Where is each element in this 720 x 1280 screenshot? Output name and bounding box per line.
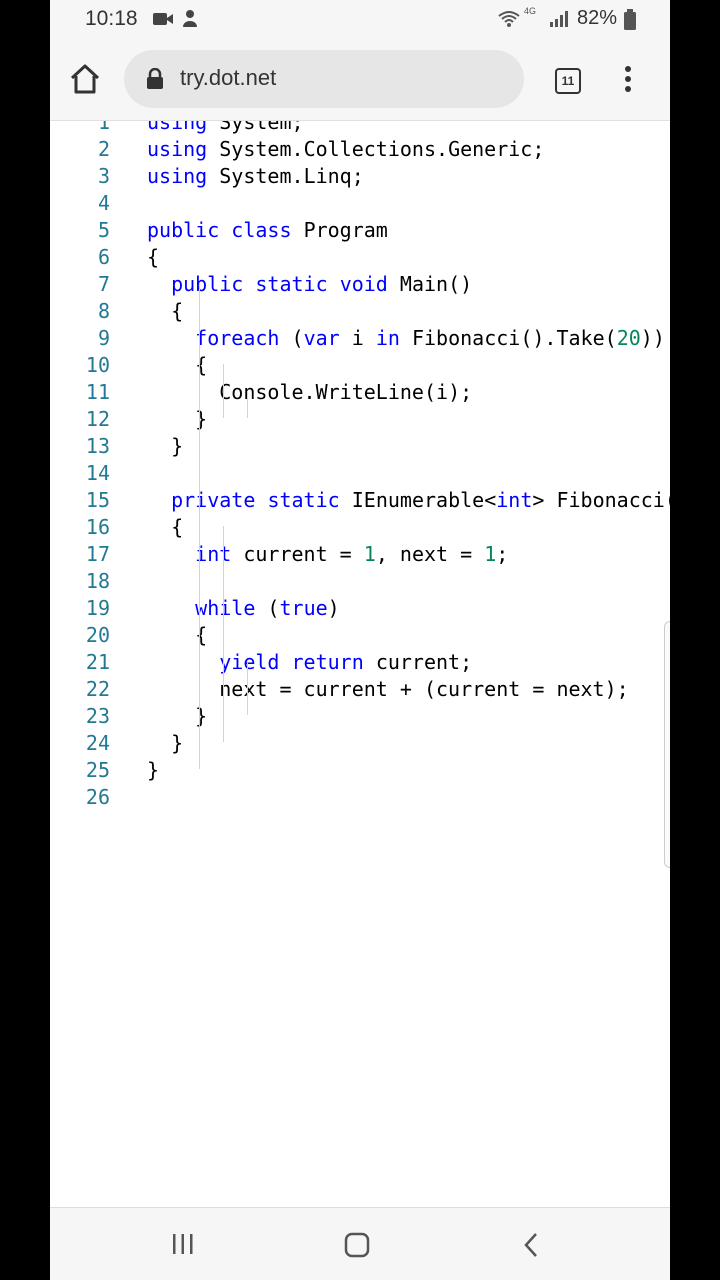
tab-switcher-button[interactable]: 11 <box>555 68 581 94</box>
line-number: 15 <box>85 488 110 512</box>
code-text[interactable]: public class Program <box>147 217 388 244</box>
indent-guide <box>247 391 248 418</box>
code-line[interactable]: 6{ <box>50 244 670 271</box>
address-bar[interactable]: try.dot.net <box>124 50 524 108</box>
code-text[interactable]: } <box>147 433 183 460</box>
code-line[interactable]: 4 <box>50 190 670 217</box>
line-number: 3 <box>97 164 110 188</box>
code-text[interactable]: { <box>147 514 183 541</box>
status-bar: 10:18 4G 82% <box>50 0 670 38</box>
home-nav-icon[interactable] <box>344 1232 370 1258</box>
code-line[interactable]: 14 <box>50 460 670 487</box>
indent-guide <box>199 526 200 769</box>
indent-guide <box>223 526 224 742</box>
browser-toolbar: try.dot.net 11 <box>50 38 670 120</box>
code-line[interactable]: 21 yield return current; <box>50 649 670 676</box>
code-text[interactable]: next = current + (current = next); <box>147 676 628 703</box>
line-number: 22 <box>85 677 110 701</box>
code-text[interactable]: private static IEnumerable<int> Fibonacc… <box>147 487 670 514</box>
indent-guide <box>247 661 248 715</box>
overflow-menu-icon[interactable] <box>622 66 634 94</box>
code-line[interactable]: 3 using System.Linq; <box>50 163 670 190</box>
signal-strength-icon <box>550 11 568 27</box>
wifi-icon <box>498 11 520 27</box>
code-line[interactable]: 24 } <box>50 730 670 757</box>
line-number: 26 <box>85 785 110 809</box>
code-line[interactable]: 17 int current = 1, next = 1; <box>50 541 670 568</box>
video-camera-icon <box>153 13 173 25</box>
line-number: 23 <box>85 704 110 728</box>
line-number: 4 <box>97 191 110 215</box>
line-number: 9 <box>97 326 110 350</box>
code-line[interactable]: 7 public static void Main() <box>50 271 670 298</box>
line-number: 17 <box>85 542 110 566</box>
code-text[interactable]: using System.Collections.Generic; <box>147 136 544 163</box>
code-line[interactable]: 26 <box>50 784 670 811</box>
code-text[interactable]: { <box>147 244 159 271</box>
code-text[interactable]: int current = 1, next = 1; <box>147 541 508 568</box>
line-number: 7 <box>97 272 110 296</box>
line-number: 20 <box>85 623 110 647</box>
code-line[interactable]: 19 while (true) <box>50 595 670 622</box>
code-line[interactable]: 13 } <box>50 433 670 460</box>
code-line[interactable]: 11 Console.WriteLine(i); <box>50 379 670 406</box>
indent-guide <box>223 364 224 418</box>
notification-figure-icon <box>183 10 197 27</box>
line-number: 18 <box>85 569 110 593</box>
recent-apps-icon[interactable] <box>170 1232 196 1256</box>
code-lines: 1 using System; 2 using System.Collections.… <box>50 120 670 811</box>
status-time: 10:18 <box>85 7 138 30</box>
phone-screen: 10:18 4G 82% try.dot.net 11 1 using Syst… <box>50 0 670 1280</box>
code-text[interactable]: public static void Main() <box>147 271 472 298</box>
line-number: 12 <box>85 407 110 431</box>
code-line[interactable]: 10 { <box>50 352 670 379</box>
line-number: 21 <box>85 650 110 674</box>
line-number: 8 <box>97 299 110 323</box>
code-text[interactable]: { <box>147 298 183 325</box>
code-line[interactable]: 20 { <box>50 622 670 649</box>
code-text[interactable]: foreach (var i in Fibonacci().Take(20)) <box>147 325 665 352</box>
code-line[interactable]: 16 { <box>50 514 670 541</box>
line-number: 24 <box>85 731 110 755</box>
code-line[interactable]: 9 foreach (var i in Fibonacci().Take(20)… <box>50 325 670 352</box>
line-number: 1 <box>97 120 110 134</box>
line-number: 25 <box>85 758 110 782</box>
code-line[interactable]: 5 public class Program <box>50 217 670 244</box>
editor-scrollbar[interactable] <box>664 621 670 868</box>
line-number: 10 <box>85 353 110 377</box>
code-text[interactable]: } <box>147 757 159 784</box>
code-text[interactable]: using System.Linq; <box>147 163 364 190</box>
code-line[interactable]: 22 next = current + (current = next); <box>50 676 670 703</box>
line-number: 2 <box>97 137 110 161</box>
code-text[interactable]: while (true) <box>147 595 340 622</box>
code-line[interactable]: 15 private static IEnumerable<int> Fibon… <box>50 487 670 514</box>
code-line[interactable]: 25} <box>50 757 670 784</box>
line-number: 11 <box>85 380 110 404</box>
line-number: 14 <box>85 461 110 485</box>
code-line[interactable]: 18 <box>50 568 670 595</box>
code-text[interactable]: } <box>147 730 183 757</box>
network-type-label: 4G <box>524 6 537 16</box>
home-icon[interactable] <box>68 62 102 96</box>
battery-percent: 82% <box>577 7 618 29</box>
code-line[interactable]: 23 } <box>50 703 670 730</box>
line-number: 16 <box>85 515 110 539</box>
code-line[interactable]: 12 } <box>50 406 670 433</box>
line-number: 13 <box>85 434 110 458</box>
back-icon[interactable] <box>522 1232 540 1258</box>
code-line[interactable]: 8 { <box>50 298 670 325</box>
code-editor[interactable]: 1 using System; 2 using System.Collections.… <box>50 120 670 1208</box>
code-text[interactable]: using System; <box>147 121 304 136</box>
line-number: 6 <box>97 245 110 269</box>
system-navigation-bar <box>50 1207 670 1280</box>
url-text[interactable]: try.dot.net <box>180 65 276 91</box>
code-text[interactable]: yield return current; <box>147 649 472 676</box>
code-text[interactable]: Console.WriteLine(i); <box>147 379 472 406</box>
battery-icon <box>624 9 636 30</box>
code-line[interactable]: 2 using System.Collections.Generic; <box>50 136 670 163</box>
lock-icon <box>147 68 163 89</box>
line-number: 5 <box>97 218 110 242</box>
line-number: 19 <box>85 596 110 620</box>
code-line[interactable]: 1 using System; <box>50 120 670 136</box>
